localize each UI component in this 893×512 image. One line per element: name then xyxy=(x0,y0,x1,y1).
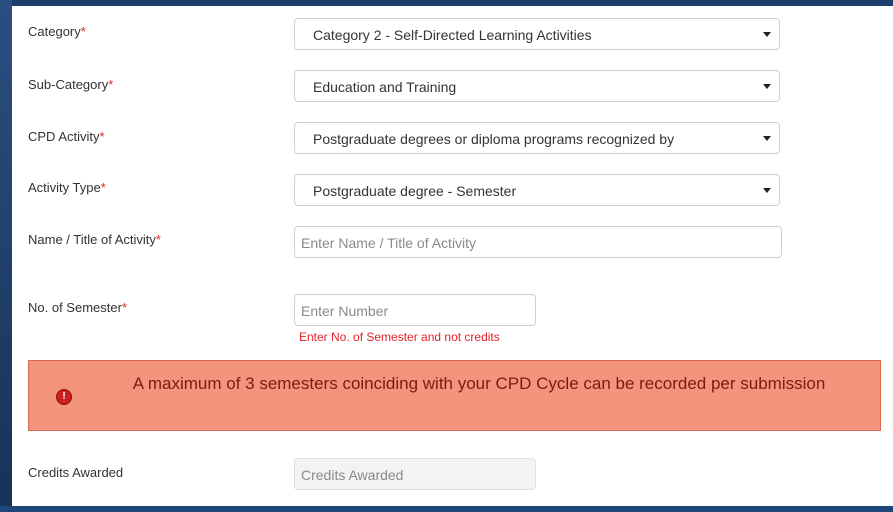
semester-limit-alert: ! A maximum of 3 semesters coinciding wi… xyxy=(28,360,881,431)
cpd-form-panel: Category* Category 2 - Self-Directed Lea… xyxy=(12,6,893,506)
background-bottom xyxy=(0,506,893,512)
background-edge xyxy=(0,0,12,512)
name-title-input[interactable]: Enter Name / Title of Activity xyxy=(294,226,782,258)
cpd-activity-select-value: Postgraduate degrees or diploma programs… xyxy=(313,131,675,147)
chevron-down-icon xyxy=(763,84,771,89)
credits-placeholder: Credits Awarded xyxy=(301,467,404,483)
sub-category-label: Sub-Category* xyxy=(28,77,114,92)
chevron-down-icon xyxy=(763,188,771,193)
category-select-value: Category 2 - Self-Directed Learning Acti… xyxy=(313,27,592,43)
semester-label: No. of Semester* xyxy=(28,300,127,315)
credits-input[interactable]: Credits Awarded xyxy=(294,458,536,490)
activity-type-select-value: Postgraduate degree - Semester xyxy=(313,183,517,199)
name-title-placeholder: Enter Name / Title of Activity xyxy=(301,235,477,251)
semester-input[interactable]: Enter Number xyxy=(294,294,536,326)
activity-type-select[interactable]: Postgraduate degree - Semester xyxy=(294,174,780,206)
semester-hint: Enter No. of Semester and not credits xyxy=(299,330,500,344)
sub-category-select[interactable]: Education and Training xyxy=(294,70,780,102)
activity-type-label: Activity Type* xyxy=(28,180,106,195)
sub-category-select-value: Education and Training xyxy=(313,79,457,95)
chevron-down-icon xyxy=(763,32,771,37)
chevron-down-icon xyxy=(763,136,771,141)
credits-label: Credits Awarded xyxy=(28,465,124,480)
category-label: Category* xyxy=(28,24,86,39)
name-title-label: Name / Title of Activity* xyxy=(28,232,161,247)
alert-message: A maximum of 3 semesters coinciding with… xyxy=(132,374,826,393)
semester-placeholder: Enter Number xyxy=(301,303,389,319)
cpd-activity-select[interactable]: Postgraduate degrees or diploma programs… xyxy=(294,122,780,154)
exclamation-circle-icon: ! xyxy=(56,389,72,405)
category-select[interactable]: Category 2 - Self-Directed Learning Acti… xyxy=(294,18,780,50)
cpd-activity-label: CPD Activity* xyxy=(28,129,105,144)
